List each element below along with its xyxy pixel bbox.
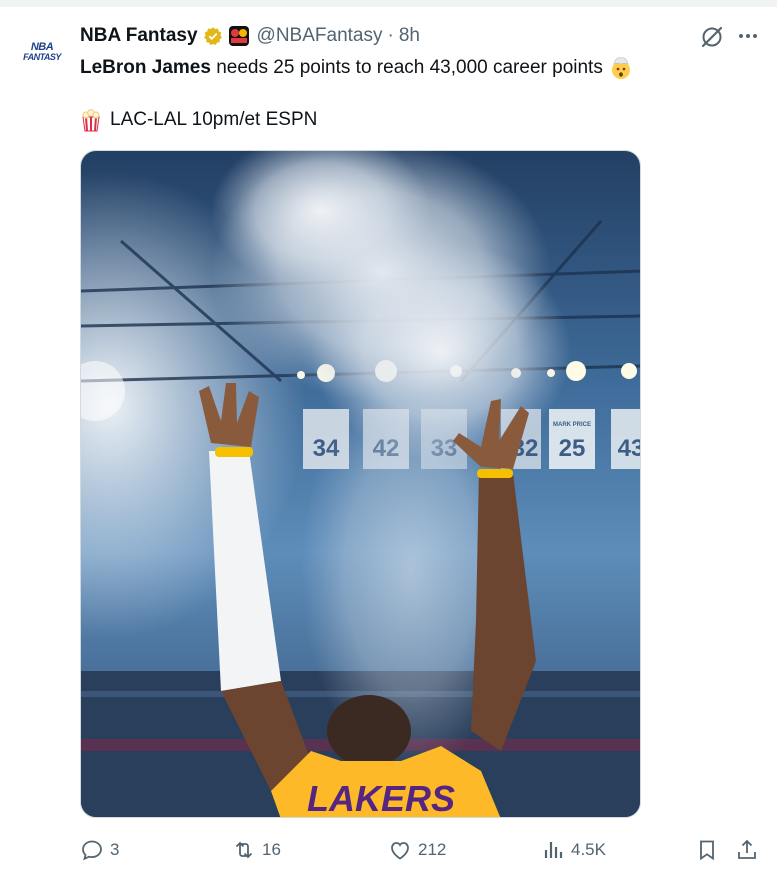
- photo-illustration: 34 42 33 32 MARK PRICE 25 43: [81, 151, 641, 818]
- bookmark-button[interactable]: [696, 832, 724, 868]
- display-name[interactable]: NBA Fantasy: [80, 25, 198, 47]
- share-button[interactable]: [735, 832, 765, 868]
- post-header: NBA Fantasy @NBAFantasy · 8h: [80, 22, 420, 50]
- repost-button[interactable]: 16: [232, 832, 281, 868]
- post-time[interactable]: 8h: [399, 25, 420, 47]
- repost-icon: [235, 841, 253, 859]
- views-count: 4.5K: [571, 840, 606, 859]
- banner-number: 25: [559, 435, 586, 462]
- game-info-text: LAC-LAL 10pm/et ESPN: [110, 109, 318, 130]
- action-bar: 3 16 212 4.5K: [0, 832, 777, 868]
- like-count: 212: [418, 840, 447, 859]
- avatar[interactable]: NBA FANTASY: [20, 30, 64, 74]
- exploding-head-icon: [609, 56, 633, 80]
- post-text-line2: LAC-LAL 10pm/et ESPN: [80, 107, 317, 133]
- more-icon[interactable]: [736, 24, 760, 48]
- mention-bold: LeBron James: [80, 57, 211, 78]
- top-divider: [0, 0, 777, 7]
- popcorn-icon: [80, 108, 102, 132]
- reply-button[interactable]: 3: [80, 832, 119, 868]
- post-text: LeBron James needs 25 points to reach 43…: [80, 55, 633, 81]
- bookmark-icon: [700, 840, 714, 861]
- banner-number: 43: [618, 435, 641, 462]
- post-image[interactable]: 34 42 33 32 MARK PRICE 25 43: [80, 150, 641, 818]
- reply-count: 3: [110, 840, 120, 859]
- like-icon: [391, 842, 409, 860]
- views-icon: [544, 842, 563, 858]
- user-handle[interactable]: @NBAFantasy: [257, 25, 383, 47]
- views-button[interactable]: 4.5K: [543, 832, 606, 868]
- verified-badge-icon[interactable]: [203, 26, 223, 46]
- avatar-text-nba: NBA: [30, 41, 54, 53]
- grok-icon[interactable]: [700, 25, 724, 49]
- banner-name: MARK PRICE: [553, 422, 591, 428]
- jersey-text: LAKERS: [307, 778, 455, 818]
- repost-count: 16: [262, 840, 281, 859]
- share-icon: [738, 839, 756, 859]
- avatar-text-fantasy: FANTASY: [23, 52, 61, 62]
- reply-icon: [82, 840, 102, 861]
- separator-dot: ·: [387, 25, 394, 46]
- post-text-rest: needs 25 points to reach 43,000 career p…: [210, 57, 603, 78]
- affiliate-badge-icon[interactable]: [228, 26, 249, 46]
- like-button[interactable]: 212: [388, 832, 446, 868]
